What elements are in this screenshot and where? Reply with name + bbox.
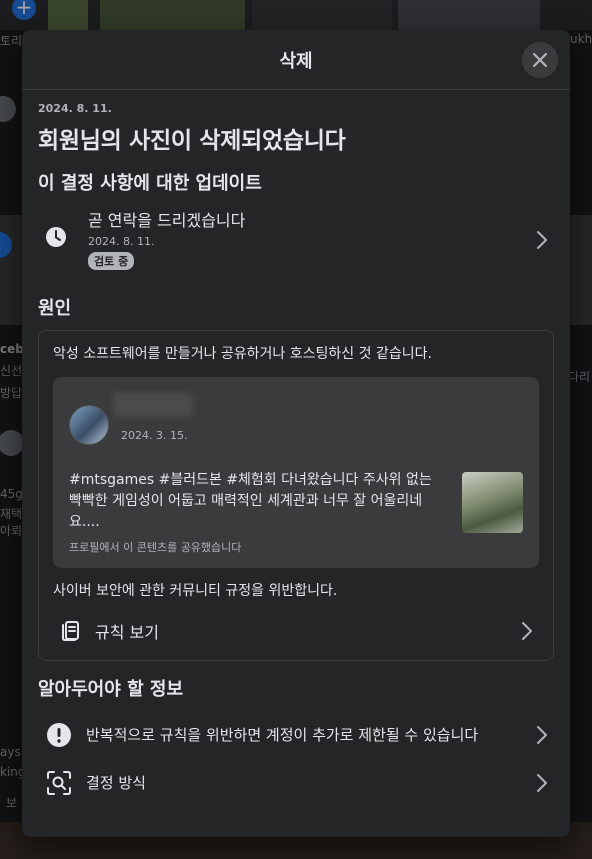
avatar xyxy=(69,405,109,445)
update-date: 2024. 8. 11. xyxy=(88,235,155,248)
repeat-violation-text: 반복적으로 규칙을 위반하면 계정이 추가로 제한될 수 있습니다 xyxy=(86,725,479,744)
view-rules-label: 규칙 보기 xyxy=(95,623,159,642)
close-button[interactable] xyxy=(522,42,558,78)
post-share-note: 프로필에서 이 콘텐츠를 공유했습니다 xyxy=(69,541,242,554)
chevron-right-icon xyxy=(537,774,547,792)
violation-text: 사이버 보안에 관한 커뮤니티 규정을 위반합니다. xyxy=(53,583,338,599)
repeat-violation-info[interactable]: 반복적으로 규칙을 위반하면 계정이 추가로 제한될 수 있습니다 xyxy=(38,715,554,755)
rulebook-icon xyxy=(62,621,79,641)
how-decided-label: 결정 방식 xyxy=(86,773,146,792)
search-face-icon xyxy=(47,771,71,795)
chevron-right-icon xyxy=(537,231,547,249)
how-decided-link[interactable]: 결정 방식 xyxy=(38,767,554,799)
info-section-title: 알아두어야 할 정보 xyxy=(38,679,184,700)
post-text: #mtsgames #블러드본 #체험회 다녀왔습니다 주사위 없는 빡빡한 게… xyxy=(69,472,432,530)
post-photo-thumbnail xyxy=(462,472,523,533)
decision-date: 2024. 8. 11. xyxy=(38,102,112,115)
updates-section-title: 이 결정 사항에 대한 업데이트 xyxy=(38,173,262,194)
dialog-header: 삭제 xyxy=(22,30,570,90)
status-badge: 검토 중 xyxy=(88,252,135,270)
chevron-right-icon xyxy=(537,726,547,744)
clock-icon xyxy=(46,227,66,247)
chevron-right-icon xyxy=(522,622,532,640)
update-item[interactable]: 곧 연락을 드리겠습니다 2024. 8. 11. 검토 중 xyxy=(38,207,554,270)
view-rules-button[interactable]: 규칙 보기 xyxy=(53,616,539,646)
decision-headline: 회원님의 사진이 삭제되었습니다 xyxy=(38,128,346,154)
removed-post-card: 2024. 3. 15. #mtsgames #블러드본 #체험회 다녀왔습니다… xyxy=(53,377,539,568)
dialog-title: 삭제 xyxy=(279,50,313,72)
reason-section-title: 원인 xyxy=(38,298,72,319)
update-text: 곧 연락을 드리겠습니다 xyxy=(88,211,246,230)
dialog-body: 2024. 8. 11. 회원님의 사진이 삭제되었습니다 이 결정 사항에 대… xyxy=(22,90,570,799)
post-date: 2024. 3. 15. xyxy=(121,429,188,442)
alert-icon xyxy=(47,723,71,747)
reason-text: 악성 소프트웨어를 만들거나 공유하거나 호스팅하신 것 같습니다. xyxy=(53,346,432,362)
removal-dialog: 삭제 2024. 8. 11. 회원님의 사진이 삭제되었습니다 이 결정 사항… xyxy=(22,30,570,837)
blurred-author-name xyxy=(113,393,193,417)
reason-box: 악성 소프트웨어를 만들거나 공유하거나 호스팅하신 것 같습니다. 2024.… xyxy=(38,330,554,661)
close-icon xyxy=(532,52,548,68)
